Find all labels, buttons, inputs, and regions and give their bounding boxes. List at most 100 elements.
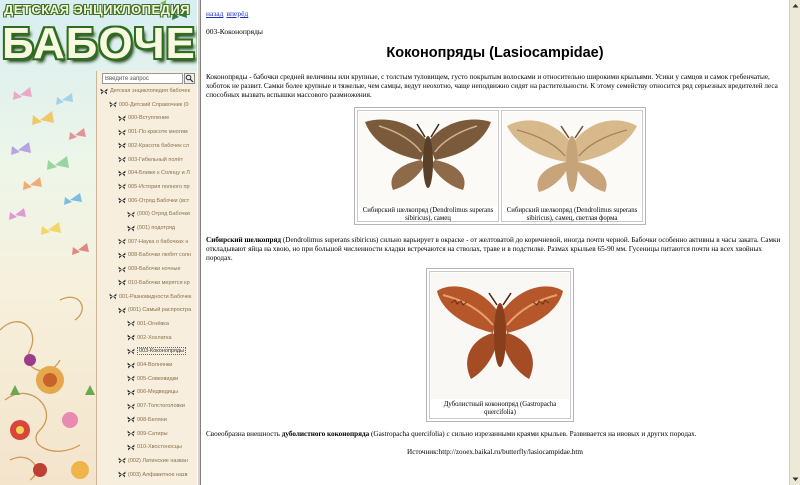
- tree-item-label: 005-Совковидки: [137, 375, 179, 382]
- butterfly-icon: [118, 307, 126, 314]
- tree-item-label: 001-Разновидности Бабочек: [119, 293, 192, 300]
- butterfly-icon: [127, 320, 135, 327]
- photo-cell-light: Сибирский шелкопряд (Dendrolimus superan…: [501, 110, 643, 222]
- siberian-moth-male-image: [359, 112, 497, 206]
- oak-moth-image: [431, 273, 569, 399]
- tree-item-label: 003-Гибельный полёт: [128, 156, 184, 163]
- search-icon: [185, 74, 194, 83]
- tree-item[interactable]: 000-Детский Справочник (0: [109, 100, 189, 110]
- tree-item[interactable]: 006-Отряд Бабочки (вст: [118, 196, 189, 206]
- tree-item-label: (000) Отряд Бабочки: [137, 211, 190, 218]
- butterfly-icon: [127, 334, 135, 341]
- page-title: Коконопряды (Lasiocampidae): [386, 45, 604, 61]
- tree-item-label: 010-Хвостоносцы: [137, 444, 182, 451]
- tree-item[interactable]: (000) Отряд Бабочки: [127, 209, 190, 219]
- tree-item-label: 009-Бабочки ночные: [128, 266, 181, 273]
- tree-item-label: 000-Детский Справочник (0: [119, 101, 189, 108]
- butterfly-icon: [109, 101, 117, 108]
- tree-item-label: Детская энциклопедия бабочек: [110, 88, 190, 94]
- nav-links: назад вперёд: [206, 9, 251, 18]
- siberian-text: (Dendrolimus superans sibiricus) сильно …: [206, 236, 781, 262]
- photo-table-oak: Дуболистный коконопряд (Gastropacha quer…: [426, 268, 574, 422]
- tree-item[interactable]: 010-Бабочки мерятся кр: [118, 278, 190, 288]
- tree-item-label: 008-Бабочки любят солн: [128, 252, 192, 259]
- tree-item-label: 001-Огнёвка: [137, 320, 169, 327]
- tree-panel: Детская энциклопедия бабочек 000-Детский …: [96, 71, 197, 485]
- oak-text: (Gastropacha quercifolia) с сильно изрез…: [369, 430, 697, 438]
- siberian-paragraph: Сибирский шелкопряд (Dendrolimus superan…: [206, 236, 786, 263]
- butterfly-icon: [118, 170, 126, 177]
- butterfly-icon: [118, 238, 126, 245]
- tree-item-label: 004-Волнянки: [137, 362, 173, 368]
- tree-item-label: 004-Ближе к Солнцу и Л: [128, 170, 190, 177]
- tree-item[interactable]: 010-Хвостоносцы: [127, 442, 182, 452]
- butterfly-icon: [100, 88, 108, 94]
- tree-item[interactable]: 009-Сатиры: [127, 429, 168, 439]
- caption-oak: Дуболистный коконопряд (Gastropacha quer…: [443, 401, 557, 416]
- tree-item[interactable]: 009-Бабочки ночные: [118, 264, 181, 274]
- vertical-scrollbar[interactable]: [789, 0, 800, 485]
- tree-item[interactable]: (003) Алфавитное назв: [118, 470, 188, 480]
- butterfly-icon: [127, 403, 135, 410]
- butterfly-icon: [118, 457, 126, 464]
- search-input[interactable]: [102, 73, 183, 84]
- content-pane: назад вперёд 003-Коконопряды Коконопряды …: [201, 0, 789, 485]
- tree-item[interactable]: (001) подотряд: [127, 223, 175, 233]
- butterfly-icon: [127, 348, 135, 355]
- tree-item[interactable]: 000-Вступление: [118, 113, 169, 123]
- butterfly-icon: [118, 129, 126, 136]
- tree-item-label: 010-Бабочки мерятся кр: [128, 279, 190, 286]
- butterfly-icon: [118, 142, 126, 149]
- butterfly-icon: [118, 252, 126, 259]
- tree-item[interactable]: (001) Самый распростра: [118, 305, 191, 315]
- tree-item-label: 001-По красоте многим: [128, 129, 188, 136]
- butterfly-icon: [127, 211, 135, 218]
- siberian-moth-light-image: [503, 112, 641, 206]
- tree-item[interactable]: 001-Огнёвка: [127, 319, 169, 329]
- tree-item[interactable]: 007-Наука о бабочках н: [118, 237, 188, 247]
- tree-item[interactable]: 005-История полного пр: [118, 182, 190, 192]
- caption-male: Сибирский шелкопряд (Dendrolimus superan…: [362, 207, 494, 222]
- scroll-up-icon[interactable]: [791, 1, 800, 11]
- left-pane: ДЕТСКАЯ ЭНЦИКЛОПЕДИЯ БАБОЧЕК Детская энц…: [0, 0, 197, 485]
- butterfly-icon: [118, 266, 126, 273]
- tree-item[interactable]: 004-Ближе к Солнцу и Л: [118, 168, 190, 178]
- tree-item[interactable]: 003-Гибельный полёт: [118, 155, 183, 165]
- tree-item-label: 009-Сатиры: [137, 430, 168, 437]
- tree-item-label: 000-Вступление: [128, 115, 170, 122]
- logo-subtitle: ДЕТСКАЯ ЭНЦИКЛОПЕДИЯ: [4, 2, 191, 17]
- tree-item-label: 003-Коконопряды: [137, 347, 187, 356]
- tree-item[interactable]: 002-Хохлатка: [127, 333, 172, 343]
- tree-item-label: 006-Медведицы: [137, 389, 178, 396]
- butterfly-icon: [127, 375, 135, 382]
- tree-item-label: 008-Беляни: [137, 416, 167, 423]
- back-link[interactable]: назад: [206, 9, 223, 18]
- photo-table-siberian: Сибирский шелкопряд (Dendrolimus superan…: [354, 107, 646, 225]
- tree-item[interactable]: 002-Красота бабочек сл: [118, 141, 189, 151]
- tree-item[interactable]: 005-Совковидки: [127, 374, 178, 384]
- forward-link[interactable]: вперёд: [226, 9, 248, 18]
- butterfly-icon: [118, 183, 126, 190]
- tree-item[interactable]: 001-Разновидности Бабочек: [109, 292, 191, 302]
- oak-text-pre: Своеобразна внешность: [206, 430, 282, 438]
- siberian-bold: Сибирский шелкопряд: [206, 236, 282, 244]
- oak-bold: дуболистного коконопряда: [281, 430, 370, 438]
- photo-cell-male: Сибирский шелкопряд (Dendrolimus superan…: [357, 110, 499, 222]
- search-button[interactable]: [184, 73, 195, 84]
- butterfly-icon: [118, 279, 126, 286]
- tree-item[interactable]: Детская энциклопедия бабочек: [100, 86, 190, 96]
- tree-item[interactable]: (002) Латинские назван: [118, 456, 188, 466]
- tree-item-label: 007-Наука о бабочках н: [128, 238, 189, 245]
- scroll-down-icon[interactable]: [791, 474, 800, 484]
- tree-item[interactable]: 003-Коконопряды: [127, 346, 187, 356]
- tree-item[interactable]: 004-Волнянки: [127, 360, 172, 370]
- tree-item[interactable]: 006-Медведицы: [127, 387, 178, 397]
- tree-item[interactable]: 007-Толстоголовки: [127, 401, 185, 411]
- tree-item[interactable]: 008-Бабочки любят солн: [118, 250, 191, 260]
- source-line: Источник:http://zooex.baikal.ru/butterfl…: [407, 448, 583, 456]
- tree-item[interactable]: 008-Беляни: [127, 415, 167, 425]
- tree-item[interactable]: 001-По красоте многим: [118, 127, 188, 137]
- butterfly-icon: [109, 293, 117, 300]
- photo-cell-oak: Дуболистный коконопряд (Gastropacha quer…: [429, 271, 571, 419]
- caption-light: Сибирский шелкопряд (Dendrolimus superan…: [506, 207, 638, 222]
